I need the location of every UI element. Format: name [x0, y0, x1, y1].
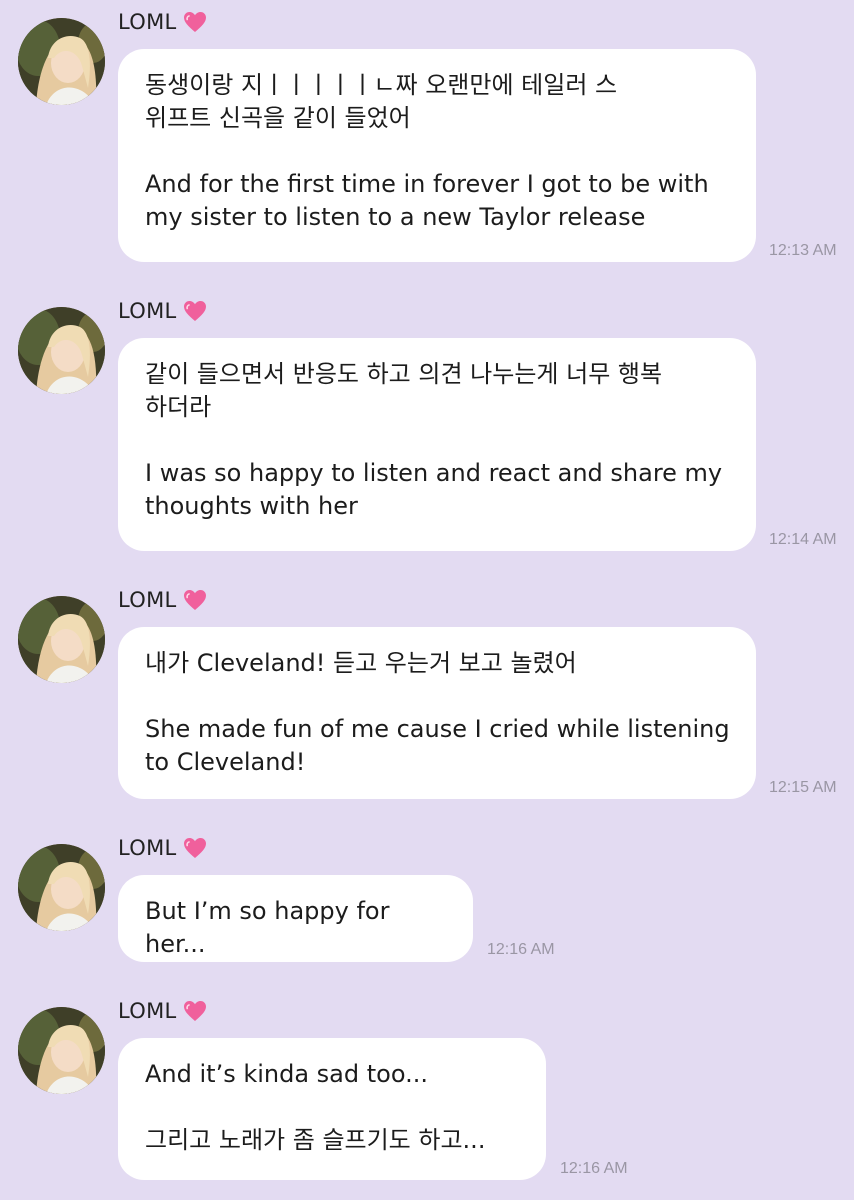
- pink-heart-icon: [183, 1001, 206, 1021]
- avatar[interactable]: [18, 307, 105, 394]
- profile-photo-icon: [18, 1007, 105, 1094]
- sender-label: LOML: [118, 10, 177, 34]
- sender-label: LOML: [118, 999, 177, 1023]
- sender-name: LOML: [118, 836, 207, 860]
- sender-name: LOML: [118, 588, 207, 612]
- message-timestamp: 12:16 AM: [487, 941, 555, 958]
- profile-photo-icon: [18, 307, 105, 394]
- message-timestamp: 12:14 AM: [769, 531, 837, 548]
- message-bubble[interactable]: 같이 들으면서 반응도 하고 의견 나누는게 너무 행복 하더라 I was s…: [118, 338, 756, 551]
- profile-photo-icon: [18, 844, 105, 931]
- message-timestamp: 12:13 AM: [769, 242, 837, 259]
- avatar[interactable]: [18, 596, 105, 683]
- message-timestamp: 12:16 AM: [560, 1160, 628, 1177]
- pink-heart-icon: [183, 301, 206, 321]
- message-timestamp: 12:15 AM: [769, 779, 837, 796]
- avatar[interactable]: [18, 1007, 105, 1094]
- sender-name: LOML: [118, 299, 207, 323]
- avatar[interactable]: [18, 18, 105, 105]
- pink-heart-icon: [183, 12, 206, 32]
- sender-name: LOML: [118, 999, 207, 1023]
- sender-name: LOML: [118, 10, 207, 34]
- message-bubble[interactable]: 동생이랑 지ㅣㅣㅣㅣㅣㄴ짜 오랜만에 테일러 스 위프트 신곡을 같이 들었어 …: [118, 49, 756, 262]
- profile-photo-icon: [18, 596, 105, 683]
- message-bubble[interactable]: And it’s kinda sad too... 그리고 노래가 좀 슬프기도…: [118, 1038, 546, 1180]
- sender-label: LOML: [118, 836, 177, 860]
- message-bubble[interactable]: But I’m so happy for her...: [118, 875, 473, 962]
- sender-label: LOML: [118, 588, 177, 612]
- pink-heart-icon: [183, 590, 206, 610]
- avatar[interactable]: [18, 844, 105, 931]
- message-bubble[interactable]: 내가 Cleveland! 듣고 우는거 보고 놀렸어 She made fun…: [118, 627, 756, 799]
- pink-heart-icon: [183, 838, 206, 858]
- sender-label: LOML: [118, 299, 177, 323]
- profile-photo-icon: [18, 18, 105, 105]
